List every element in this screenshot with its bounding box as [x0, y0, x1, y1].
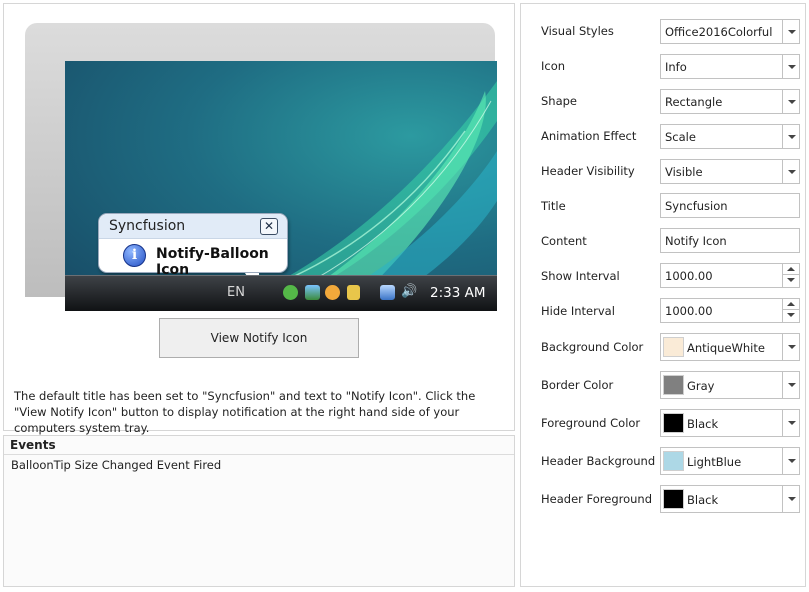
header-visibility-dropdown[interactable]: Visible [660, 159, 800, 184]
hide-interval-spinner[interactable]: 1000.00 [660, 298, 800, 323]
icon-label: Icon [541, 59, 566, 73]
foreground-color-picker[interactable]: Black [660, 409, 800, 437]
background-color-label: Background Color [541, 340, 644, 354]
header-foreground-label: Header Foreground [541, 492, 653, 506]
view-notify-icon-button[interactable]: View Notify Icon [159, 318, 359, 358]
properties-panel: Visual Styles Office2016Colorful Icon In… [520, 3, 806, 587]
chevron-down-icon[interactable] [782, 20, 799, 43]
preview-image: Syncfusion ✕ i Notify-Balloon Icon EN 🔊 … [25, 23, 497, 311]
network-tray-icon [380, 285, 395, 300]
shape-value: Rectangle [665, 95, 723, 109]
header-background-label: Header Background [541, 454, 656, 468]
title-label: Title [541, 199, 566, 213]
title-value: Syncfusion [665, 199, 728, 213]
taskbar: EN 🔊 2:33 AM [65, 275, 497, 311]
border-color-value: Gray [687, 379, 715, 393]
visual-styles-dropdown[interactable]: Office2016Colorful [660, 19, 800, 44]
chevron-down-icon[interactable] [782, 55, 799, 78]
spin-down-icon[interactable] [783, 310, 799, 321]
spin-down-icon[interactable] [783, 275, 799, 286]
background-color-swatch [663, 337, 684, 357]
events-title: Events [10, 438, 56, 452]
security-tray-icon [347, 285, 360, 300]
content-input[interactable]: Notify Icon [660, 228, 800, 253]
header-foreground-picker[interactable]: Black [660, 485, 800, 513]
shape-dropdown[interactable]: Rectangle [660, 89, 800, 114]
balloon-content: Notify-Balloon Icon [156, 246, 269, 278]
header-background-swatch [663, 451, 684, 471]
content-value: Notify Icon [665, 234, 727, 248]
language-indicator: EN [227, 285, 245, 300]
foreground-color-value: Black [687, 417, 719, 431]
close-icon: ✕ [260, 218, 278, 235]
chevron-down-icon[interactable] [782, 486, 799, 512]
header-background-value: LightBlue [687, 455, 742, 469]
desktop-screen: Syncfusion ✕ i Notify-Balloon Icon EN 🔊 … [65, 61, 497, 311]
hide-interval-spin-buttons [782, 299, 799, 322]
chevron-down-icon[interactable] [782, 372, 799, 398]
chevron-down-icon[interactable] [782, 90, 799, 113]
shape-label: Shape [541, 94, 578, 108]
animation-effect-value: Scale [665, 130, 696, 144]
foreground-color-label: Foreground Color [541, 416, 641, 430]
content-label: Content [541, 234, 587, 248]
hide-interval-value: 1000.00 [665, 304, 713, 318]
header-visibility-value: Visible [665, 165, 703, 179]
info-icon: i [123, 244, 146, 267]
chevron-down-icon[interactable] [782, 334, 799, 360]
events-panel: Events BalloonTip Size Changed Event Fir… [3, 435, 515, 587]
show-interval-spinner[interactable]: 1000.00 [660, 263, 800, 288]
title-input[interactable]: Syncfusion [660, 193, 800, 218]
foreground-color-swatch [663, 413, 684, 433]
show-interval-spin-buttons [782, 264, 799, 287]
header-foreground-swatch [663, 489, 684, 509]
spin-up-icon[interactable] [783, 264, 799, 275]
background-color-value: AntiqueWhite [687, 341, 765, 355]
border-color-swatch [663, 375, 684, 395]
header-background-picker[interactable]: LightBlue [660, 447, 800, 475]
hide-interval-label: Hide Interval [541, 304, 615, 318]
animation-effect-label: Animation Effect [541, 129, 637, 143]
icon-value: Info [665, 60, 687, 74]
chevron-down-icon[interactable] [782, 410, 799, 436]
animation-effect-dropdown[interactable]: Scale [660, 124, 800, 149]
description-text: The default title has been set to "Syncf… [14, 389, 476, 435]
messenger-tray-icon [305, 285, 320, 300]
taskbar-clock: 2:33 AM [430, 285, 486, 301]
show-interval-label: Show Interval [541, 269, 620, 283]
border-color-picker[interactable]: Gray [660, 371, 800, 399]
preview-panel: Syncfusion ✕ i Notify-Balloon Icon EN 🔊 … [3, 3, 515, 435]
show-interval-value: 1000.00 [665, 269, 713, 283]
background-color-picker[interactable]: AntiqueWhite [660, 333, 800, 361]
shield-tray-icon [283, 285, 298, 300]
icon-dropdown[interactable]: Info [660, 54, 800, 79]
chevron-down-icon[interactable] [782, 125, 799, 148]
events-divider [4, 454, 514, 455]
volume-tray-icon: 🔊 [401, 284, 418, 299]
balloon-header: Syncfusion ✕ [99, 214, 287, 239]
border-color-label: Border Color [541, 378, 614, 392]
visual-styles-label: Visual Styles [541, 24, 614, 38]
notify-balloon: Syncfusion ✕ i Notify-Balloon Icon [98, 213, 288, 295]
balloon-title: Syncfusion [109, 218, 186, 234]
visual-styles-value: Office2016Colorful [665, 25, 773, 39]
balloon-body: i Notify-Balloon Icon [99, 239, 287, 278]
header-visibility-label: Header Visibility [541, 164, 635, 178]
chevron-down-icon[interactable] [782, 448, 799, 474]
chevron-down-icon[interactable] [782, 160, 799, 183]
header-foreground-value: Black [687, 493, 719, 507]
event-log-item: BalloonTip Size Changed Event Fired [11, 458, 222, 472]
mail-tray-icon [325, 285, 340, 300]
spin-up-icon[interactable] [783, 299, 799, 310]
